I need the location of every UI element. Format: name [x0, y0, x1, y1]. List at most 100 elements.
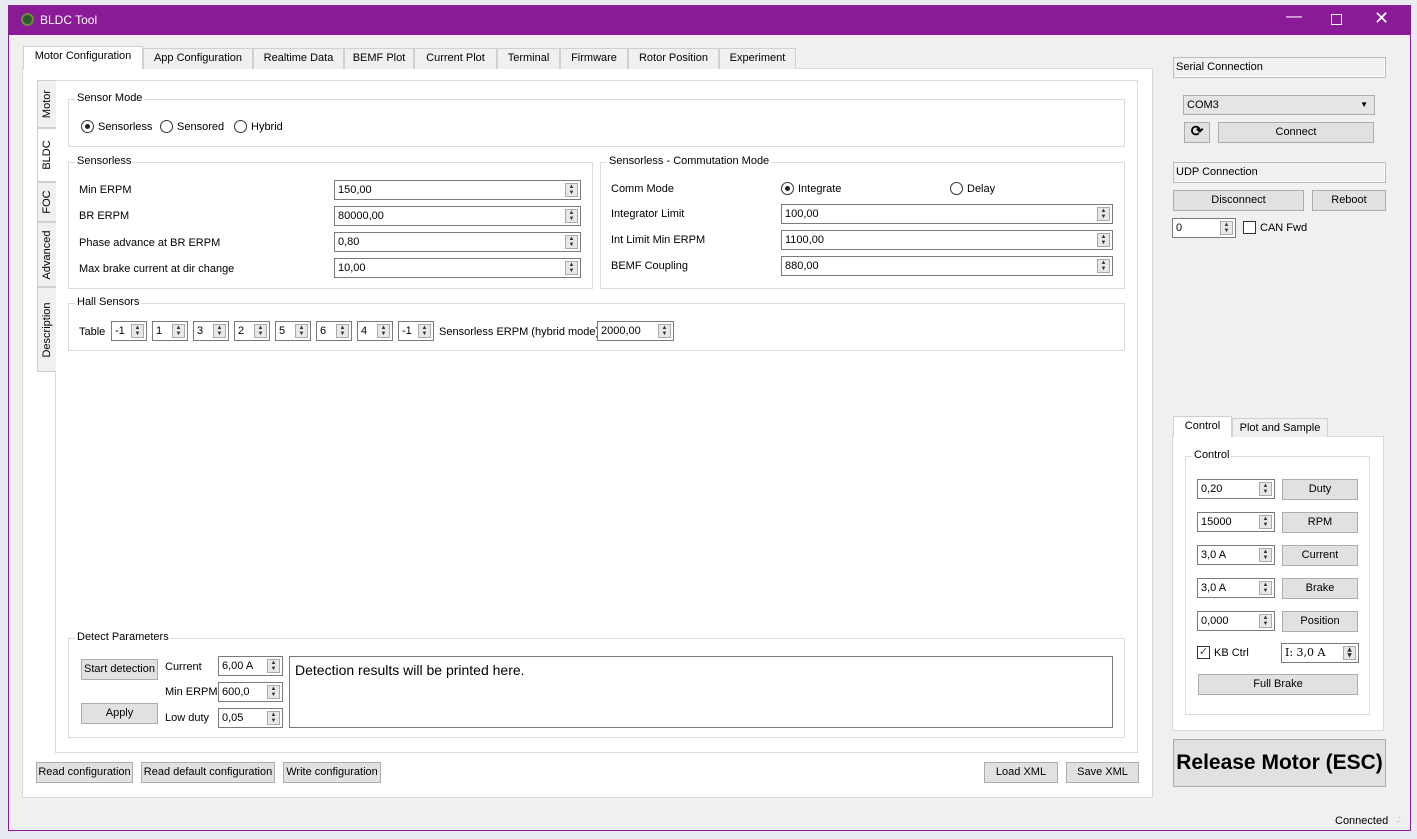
hall-table-spinbox[interactable]: -1 ▲ ▼	[111, 321, 147, 341]
spin-arrows-icon[interactable]: ▲ ▼	[267, 685, 280, 699]
spin-arrows-icon[interactable]: ▲ ▼	[565, 209, 578, 223]
kb-ctrl-checkbox[interactable]: ✓	[1197, 646, 1210, 659]
spin-arrows-icon[interactable]: ▲ ▼	[131, 324, 144, 338]
spin-arrows-icon[interactable]: ▲ ▼	[565, 183, 578, 197]
apply-button[interactable]: Apply	[81, 703, 158, 724]
tab-realtime-data[interactable]: Realtime Data	[253, 48, 344, 69]
vtab-description[interactable]: Description	[37, 287, 56, 372]
tab-bemf-plot[interactable]: BEMF Plot	[344, 48, 414, 69]
spin-arrows-icon[interactable]: ▲ ▼	[1259, 482, 1272, 496]
disconnect-button[interactable]: Disconnect	[1173, 190, 1304, 211]
hall-table-spinbox[interactable]: 3 ▲ ▼	[193, 321, 229, 341]
rpm-button[interactable]: RPM	[1282, 512, 1358, 533]
spin-arrows-icon[interactable]: ▲ ▼	[295, 324, 308, 338]
br-erpm-spinbox[interactable]: 80000,00 ▲ ▼	[334, 206, 581, 226]
current-button[interactable]: Current	[1282, 545, 1358, 566]
brake-button[interactable]: Brake	[1282, 578, 1358, 599]
maximize-button[interactable]	[1331, 14, 1342, 25]
can-id-spinbox[interactable]: 0 ▲ ▼	[1172, 218, 1236, 238]
spin-arrows-icon[interactable]: ▲ ▼	[1259, 548, 1272, 562]
hall-table-spinbox[interactable]: -1 ▲ ▼	[398, 321, 434, 341]
detect-low-duty-spinbox[interactable]: 0,05 ▲ ▼	[218, 708, 283, 728]
integrator-limit-spinbox[interactable]: 100,00 ▲ ▼	[781, 204, 1113, 224]
resize-grip-icon[interactable]: .:	[1396, 814, 1401, 824]
release-motor-button[interactable]: Release Motor (ESC)	[1173, 739, 1386, 787]
spin-arrows-icon[interactable]: ▲ ▼	[1259, 614, 1272, 628]
spin-arrows-icon[interactable]: ▲ ▼	[1259, 581, 1272, 595]
full-brake-button[interactable]: Full Brake	[1198, 674, 1358, 695]
brake-spinbox[interactable]: 3,0 A ▲ ▼	[1197, 578, 1275, 598]
close-button[interactable]: ✕	[1374, 8, 1389, 29]
max-brake-current-spinbox[interactable]: 10,00 ▲ ▼	[334, 258, 581, 278]
load-xml-button[interactable]: Load XML	[984, 762, 1058, 783]
hall-table-spinbox[interactable]: 2 ▲ ▼	[234, 321, 270, 341]
spin-arrows-icon[interactable]: ▲ ▼	[377, 324, 390, 338]
serial-port-combobox[interactable]: COM3 ▼	[1183, 95, 1375, 115]
connect-button[interactable]: Connect	[1218, 122, 1374, 143]
start-detection-button[interactable]: Start detection	[81, 659, 158, 680]
bemf-coupling-spinbox[interactable]: 880,00 ▲ ▼	[781, 256, 1113, 276]
tab-experiment[interactable]: Experiment	[719, 48, 796, 69]
spin-arrows-icon[interactable]: ▲ ▼	[1220, 221, 1233, 235]
hall-table-spinbox[interactable]: 4 ▲ ▼	[357, 321, 393, 341]
tab-firmware[interactable]: Firmware	[560, 48, 628, 69]
spin-arrows-icon[interactable]: ▲ ▼	[1097, 207, 1110, 221]
radio-delay[interactable]: Delay	[950, 182, 995, 195]
tab-current-plot[interactable]: Current Plot	[414, 48, 497, 69]
tab-control[interactable]: Control	[1173, 416, 1232, 437]
spin-arrows-icon[interactable]: ▲ ▼	[1343, 646, 1356, 660]
min-erpm-spinbox[interactable]: 150,00 ▲ ▼	[334, 180, 581, 200]
detect-current-spinbox[interactable]: 6,00 A ▲ ▼	[218, 656, 283, 676]
radio-integrate[interactable]: Integrate	[781, 182, 841, 195]
spin-arrows-icon[interactable]: ▲ ▼	[1097, 233, 1110, 247]
spin-arrows-icon[interactable]: ▲ ▼	[565, 261, 578, 275]
write-configuration-button[interactable]: Write configuration	[283, 762, 381, 783]
radio-icon	[950, 182, 963, 195]
vtab-advanced[interactable]: Advanced	[37, 222, 56, 287]
minimize-button[interactable]: —	[1286, 8, 1302, 26]
spin-arrows-icon[interactable]: ▲ ▼	[213, 324, 226, 338]
reboot-button[interactable]: Reboot	[1312, 190, 1386, 211]
spin-arrows-icon[interactable]: ▲ ▼	[1097, 259, 1110, 273]
sensorless-erpm-spinbox[interactable]: 2000,00 ▲ ▼	[597, 321, 674, 341]
duty-button[interactable]: Duty	[1282, 479, 1358, 500]
position-button[interactable]: Position	[1282, 611, 1358, 632]
phase-advance-spinbox[interactable]: 0,80 ▲ ▼	[334, 232, 581, 252]
detect-min-erpm-spinbox[interactable]: 600,0 ▲ ▼	[218, 682, 283, 702]
read-configuration-button[interactable]: Read configuration	[36, 762, 133, 783]
hall-table-spinbox[interactable]: 6 ▲ ▼	[316, 321, 352, 341]
tab-rotor-position[interactable]: Rotor Position	[628, 48, 719, 69]
int-limit-min-erpm-spinbox[interactable]: 1100,00 ▲ ▼	[781, 230, 1113, 250]
rpm-spinbox[interactable]: 15000 ▲ ▼	[1197, 512, 1275, 532]
read-default-configuration-button[interactable]: Read default configuration	[141, 762, 275, 783]
tab-app-configuration[interactable]: App Configuration	[143, 48, 253, 69]
vtab-foc[interactable]: FOC	[37, 182, 56, 222]
tab-terminal[interactable]: Terminal	[497, 48, 560, 69]
save-xml-button[interactable]: Save XML	[1066, 762, 1139, 783]
tab-plot-and-sample[interactable]: Plot and Sample	[1232, 418, 1328, 437]
refresh-ports-button[interactable]: ⟳	[1184, 122, 1210, 143]
radio-sensored[interactable]: Sensored	[160, 120, 224, 133]
detection-results-textarea[interactable]: Detection results will be printed here.	[289, 656, 1113, 728]
vtab-bldc[interactable]: BLDC	[37, 128, 56, 182]
spin-arrows-icon[interactable]: ▲ ▼	[1259, 515, 1272, 529]
radio-hybrid[interactable]: Hybrid	[234, 120, 283, 133]
spin-arrows-icon[interactable]: ▲ ▼	[172, 324, 185, 338]
radio-sensorless[interactable]: Sensorless	[81, 120, 152, 133]
spin-arrows-icon[interactable]: ▲ ▼	[418, 324, 431, 338]
spin-arrows-icon[interactable]: ▲ ▼	[336, 324, 349, 338]
current-spinbox[interactable]: 3,0 A ▲ ▼	[1197, 545, 1275, 565]
tab-motor-configuration[interactable]: Motor Configuration	[23, 46, 143, 69]
spin-arrows-icon[interactable]: ▲ ▼	[267, 659, 280, 673]
spin-arrows-icon[interactable]: ▲ ▼	[254, 324, 267, 338]
can-fwd-checkbox[interactable]	[1243, 221, 1256, 234]
spin-arrows-icon[interactable]: ▲ ▼	[267, 711, 280, 725]
spin-arrows-icon[interactable]: ▲ ▼	[658, 324, 671, 338]
spin-arrows-icon[interactable]: ▲ ▼	[565, 235, 578, 249]
vtab-motor[interactable]: Motor	[37, 80, 56, 128]
hall-table-spinbox[interactable]: 1 ▲ ▼	[152, 321, 188, 341]
hall-table-spinbox[interactable]: 5 ▲ ▼	[275, 321, 311, 341]
position-spinbox[interactable]: 0,000 ▲ ▼	[1197, 611, 1275, 631]
kb-current-spinbox[interactable]: I: 3,0 A ▲ ▼	[1281, 643, 1359, 663]
duty-spinbox[interactable]: 0,20 ▲ ▼	[1197, 479, 1275, 499]
